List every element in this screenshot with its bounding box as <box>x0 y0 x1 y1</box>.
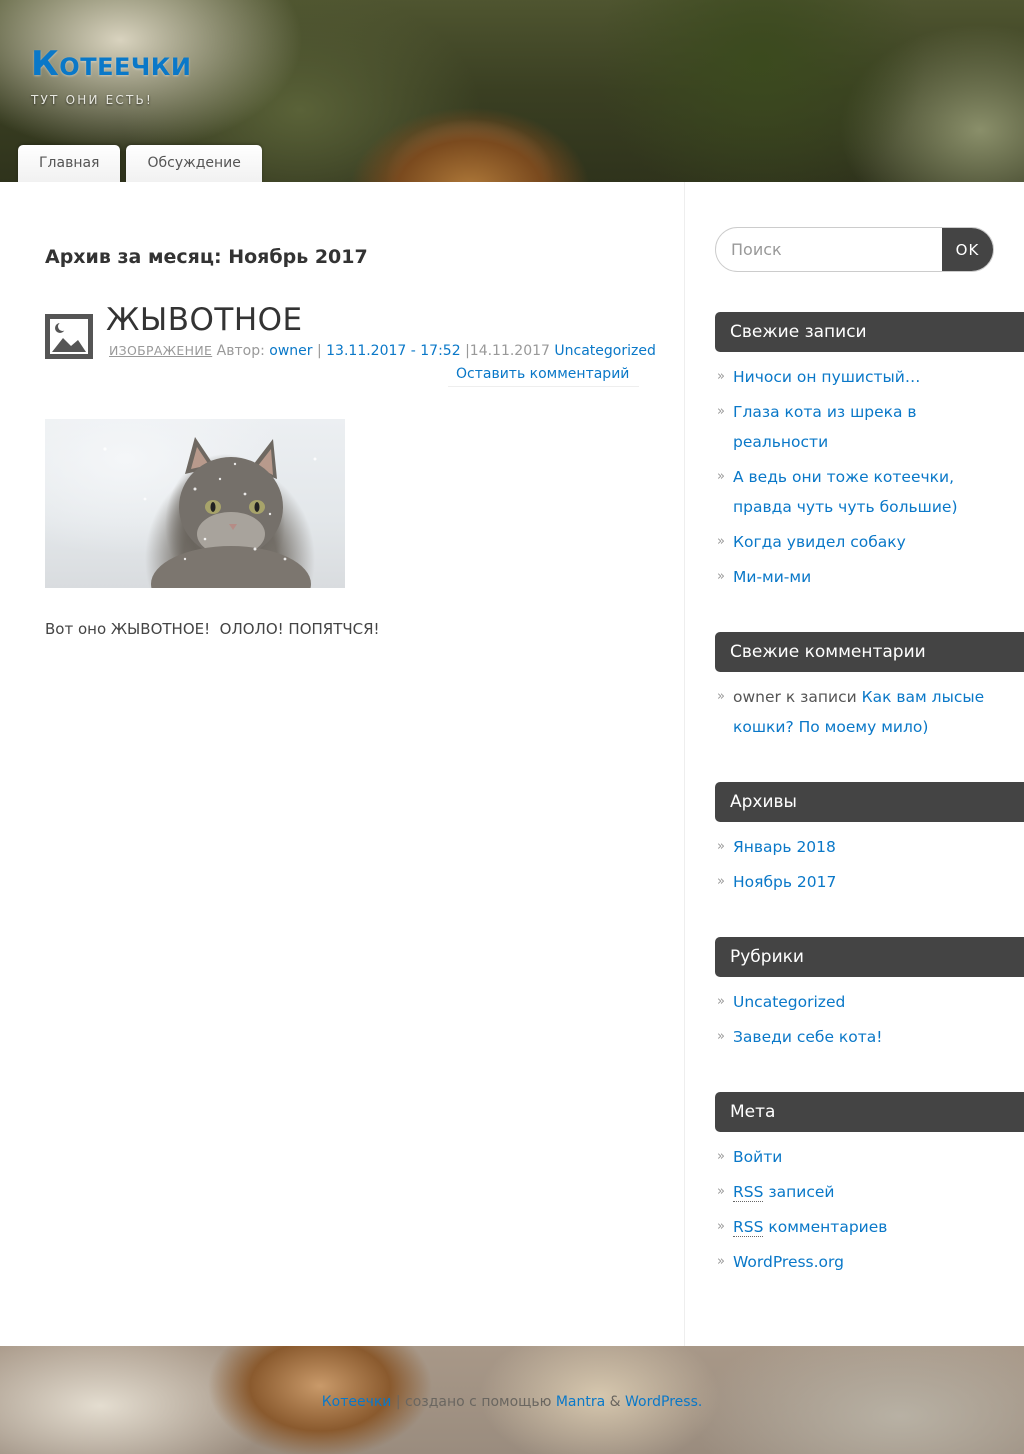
list-item: Когда увидел собаку <box>715 527 985 557</box>
recent-post-link[interactable]: Когда увидел собаку <box>733 533 906 551</box>
recent-post-link[interactable]: А ведь они тоже котеечки, правда чуть чу… <box>733 468 958 516</box>
widget-title-categories: Рубрики <box>715 937 1024 977</box>
post-title[interactable]: ЖЫВОТНОЕ <box>106 302 303 338</box>
footer-wordpress-link[interactable]: WordPress. <box>625 1394 702 1410</box>
recent-posts-list: Ничоси он пушистый… Глаза кота из шрека … <box>715 362 985 597</box>
list-item: Январь 2018 <box>715 832 985 862</box>
recent-post-link[interactable]: Ми-ми-ми <box>733 568 811 586</box>
main-menu: Главная Обсуждение <box>18 145 262 182</box>
widget-title-archives: Архивы <box>715 782 1024 822</box>
list-item: RSS комментариев <box>715 1212 985 1242</box>
list-item: owner к записи Как вам лысые кошки? По м… <box>715 682 985 742</box>
footer-amp: & <box>609 1394 621 1410</box>
login-link[interactable]: Войти <box>733 1148 782 1166</box>
list-item: WordPress.org <box>715 1247 985 1277</box>
leave-comment-link[interactable]: Оставить комментарий <box>448 366 640 387</box>
rss-abbr: RSS <box>733 1218 764 1237</box>
meta-separator: | <box>316 343 322 359</box>
list-item: Ми-ми-ми <box>715 562 985 592</box>
footer-created-text: создано с помощью <box>405 1394 552 1410</box>
site-description: Тут они есть! <box>31 93 153 107</box>
archives-list: Январь 2018 Ноябрь 2017 <box>715 832 985 902</box>
author-label: Автор: <box>216 343 265 359</box>
list-item: Uncategorized <box>715 987 985 1017</box>
recent-comments-list: owner к записи Как вам лысые кошки? По м… <box>715 682 985 747</box>
rss-comments-link[interactable]: RSS комментариев <box>733 1218 887 1237</box>
post-author-link[interactable]: owner <box>269 343 312 359</box>
comment-author: owner <box>733 688 781 706</box>
search-input[interactable] <box>716 228 943 271</box>
comment-connector: к записи <box>785 688 857 706</box>
menu-item-discussion[interactable]: Обсуждение <box>126 145 262 182</box>
list-item: Ноябрь 2017 <box>715 867 985 897</box>
list-item: А ведь они тоже котеечки, правда чуть чу… <box>715 462 985 522</box>
widget-title-recent-comments: Свежие комментарии <box>715 632 1024 672</box>
post-category-link[interactable]: Uncategorized <box>554 343 655 359</box>
search-form: OK <box>715 227 994 272</box>
list-item: Заведи себе кота! <box>715 1022 985 1052</box>
category-link[interactable]: Заведи себе кота! <box>733 1028 883 1046</box>
archive-month: Ноябрь 2017 <box>228 246 368 268</box>
post-format-label[interactable]: ИЗОБРАЖЕНИЕ <box>109 343 212 358</box>
post-excerpt: Вот оно ЖЫВОТНОЕ! ОЛОЛО! ПОПЯТЧСЯ! <box>45 620 380 638</box>
wordpress-org-link[interactable]: WordPress.org <box>733 1253 844 1271</box>
list-item: Ничоси он пушистый… <box>715 362 985 392</box>
recent-post-link[interactable]: Ничоси он пушистый… <box>733 368 920 386</box>
post-date-link[interactable]: 13.11.2017 - 17:52 <box>326 343 460 359</box>
image-format-icon <box>45 314 93 359</box>
menu-item-home[interactable]: Главная <box>18 145 121 182</box>
post-image-cat[interactable] <box>45 419 345 588</box>
list-item: Глаза кота из шрека в реальности <box>715 397 985 457</box>
rss-posts-link[interactable]: RSS записей <box>733 1183 834 1202</box>
rss-comments-label: комментариев <box>768 1218 888 1236</box>
footer-separator: | <box>395 1394 401 1410</box>
recent-post-link[interactable]: Глаза кота из шрека в реальности <box>733 403 917 451</box>
archive-prefix: Архив за месяц: <box>45 246 222 268</box>
archive-link[interactable]: Ноябрь 2017 <box>733 873 836 891</box>
footer-credits: Котеечки | создано с помощью Mantra & Wo… <box>0 1394 1024 1410</box>
rss-posts-label: записей <box>768 1183 835 1201</box>
archive-title: Архив за месяц: Ноябрь 2017 <box>45 246 368 268</box>
meta-list: Войти RSS записей RSS комментариев WordP… <box>715 1142 985 1282</box>
widget-title-meta: Мета <box>715 1092 1024 1132</box>
category-link[interactable]: Uncategorized <box>733 993 845 1011</box>
site-footer: Котеечки | создано с помощью Mantra & Wo… <box>0 1346 1024 1454</box>
categories-list: Uncategorized Заведи себе кота! <box>715 987 985 1057</box>
footer-site-link[interactable]: Котеечки <box>322 1394 392 1410</box>
site-title[interactable]: Котеечки <box>31 44 191 84</box>
post-meta: ИЗОБРАЖЕНИЕ Автор: owner | 13.11.2017 - … <box>109 343 656 359</box>
search-button[interactable]: OK <box>942 228 993 271</box>
post-updated-date: 14.11.2017 <box>469 343 550 359</box>
list-item: Войти <box>715 1142 985 1172</box>
archive-link[interactable]: Январь 2018 <box>733 838 836 856</box>
site-header: Котеечки Тут они есть! Главная Обсуждени… <box>0 0 1024 182</box>
list-item: RSS записей <box>715 1177 985 1207</box>
rss-abbr: RSS <box>733 1183 764 1202</box>
widget-title-recent-posts: Свежие записи <box>715 312 1024 352</box>
footer-theme-link[interactable]: Mantra <box>556 1394 605 1410</box>
